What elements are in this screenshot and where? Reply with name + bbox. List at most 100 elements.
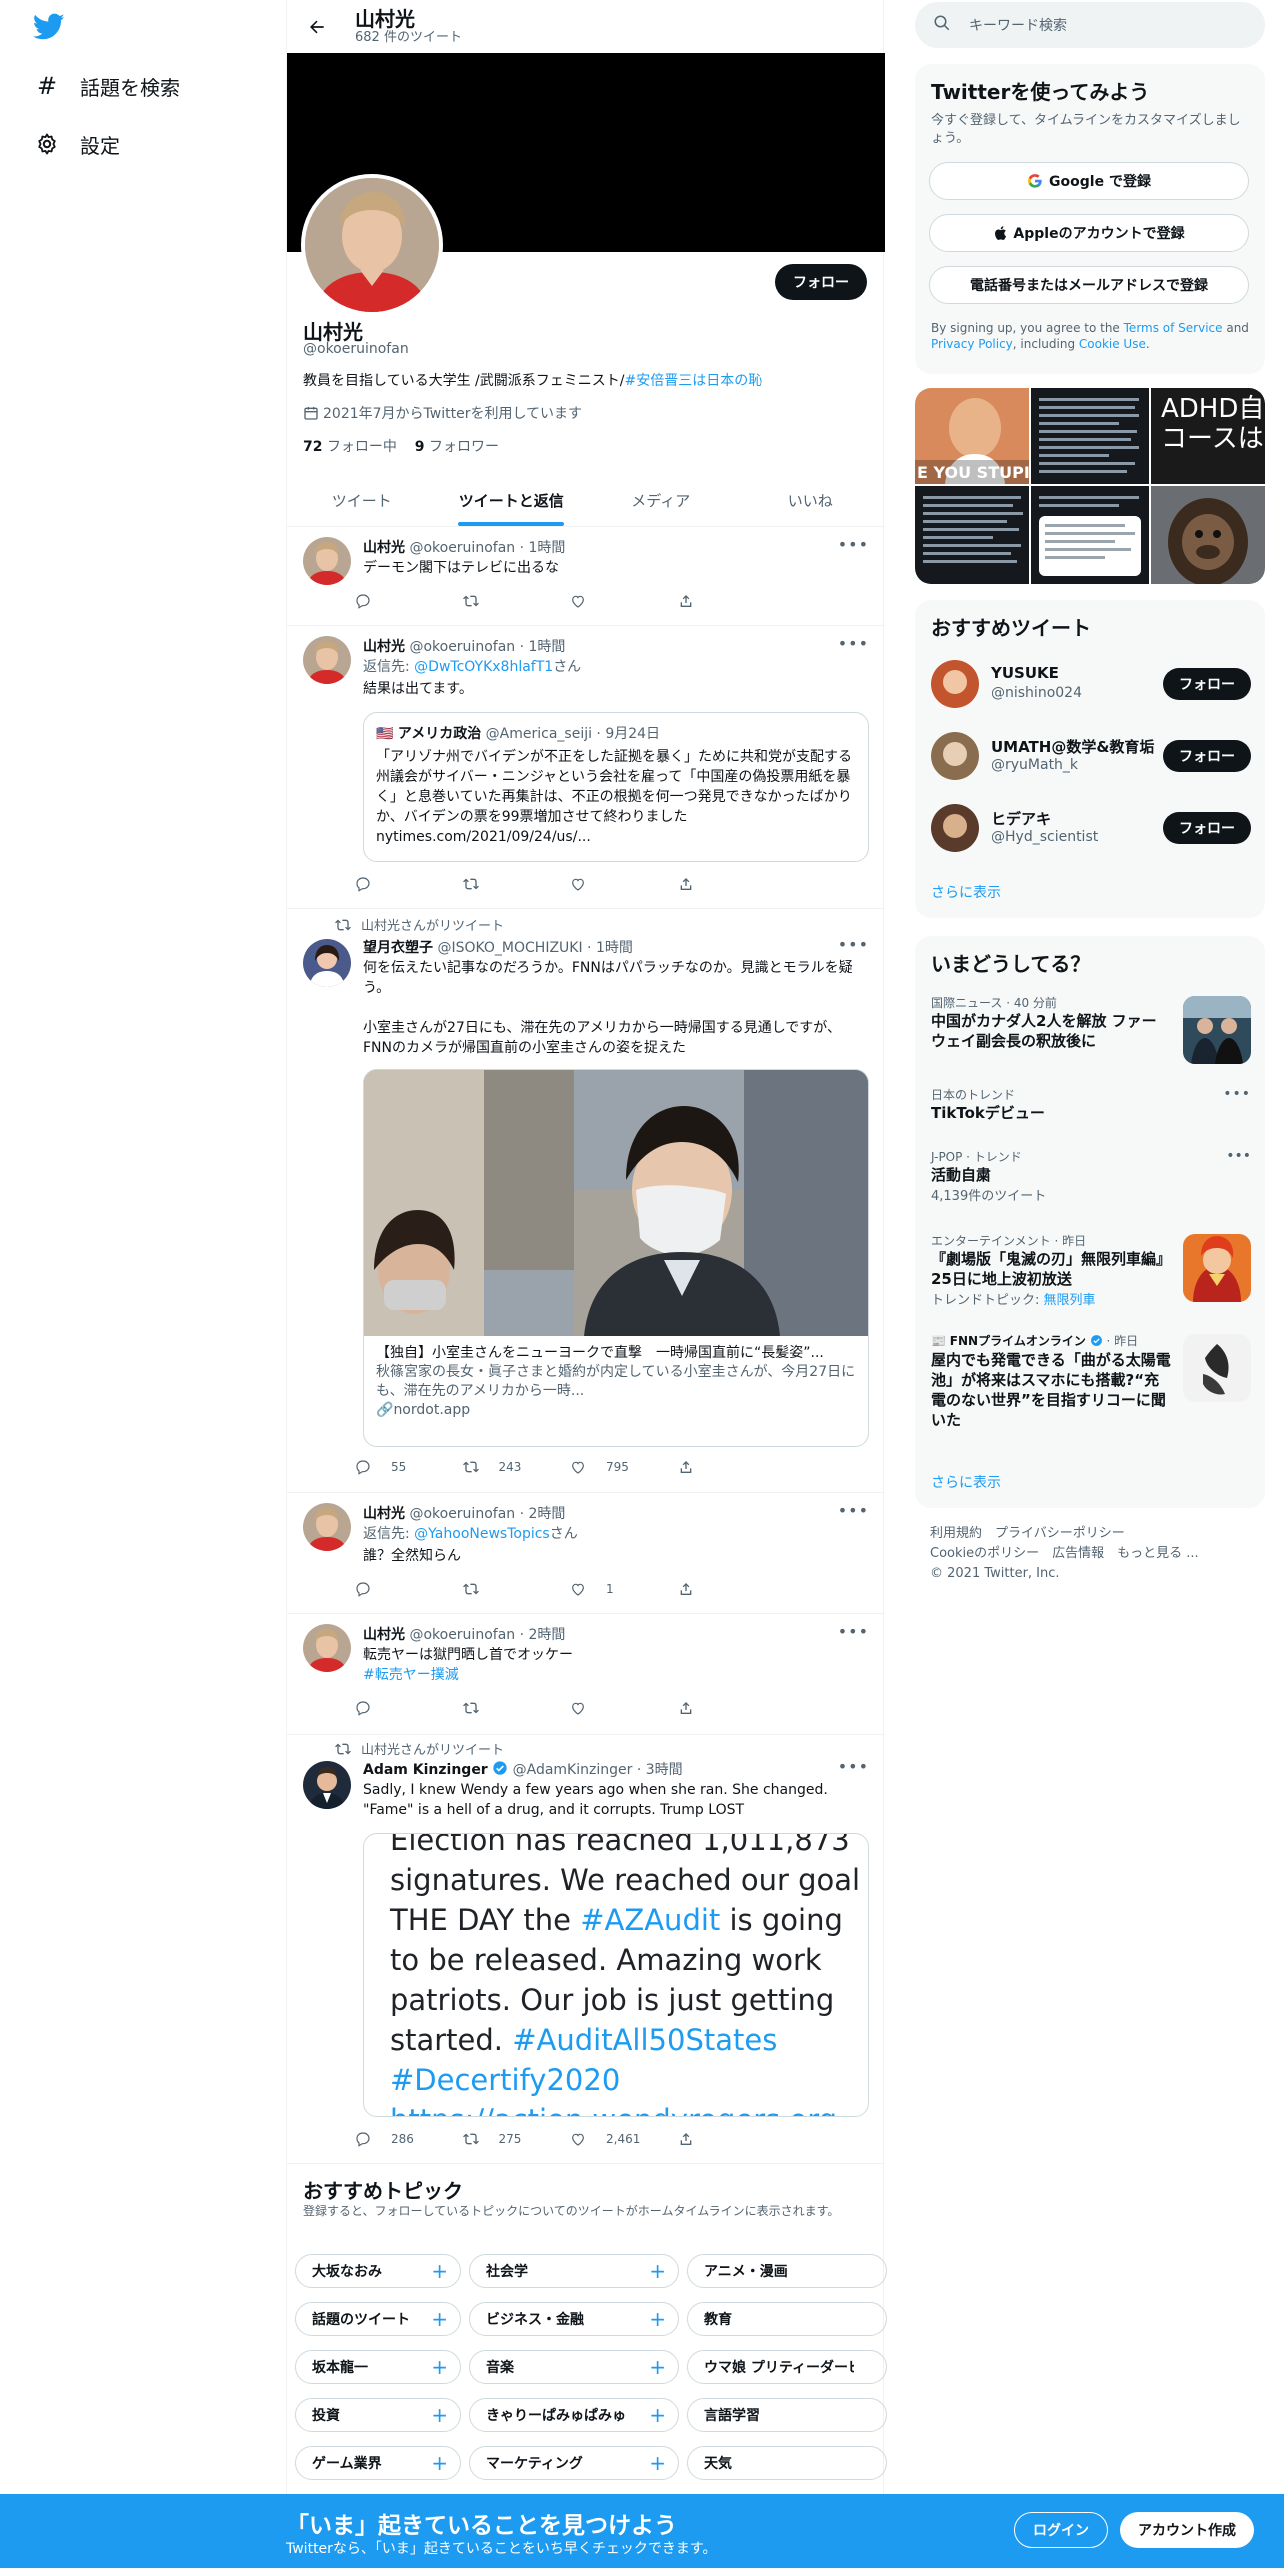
plus-icon[interactable]: + xyxy=(431,2355,448,2379)
recommended-show-more-link[interactable]: さらに表示 xyxy=(931,882,1001,902)
share-button[interactable] xyxy=(678,2131,786,2147)
back-arrow-icon[interactable] xyxy=(299,9,335,45)
like-button[interactable] xyxy=(570,876,678,892)
share-button[interactable] xyxy=(678,1700,786,1716)
plus-icon[interactable]: + xyxy=(431,2451,448,2475)
reply-button[interactable] xyxy=(355,876,463,892)
more-icon[interactable]: ••• xyxy=(838,535,869,554)
more-icon[interactable]: ••• xyxy=(838,1501,869,1520)
more-icon[interactable]: ••• xyxy=(838,1622,869,1641)
topic-chip[interactable]: 投資 + xyxy=(295,2398,461,2432)
retweet-button[interactable] xyxy=(462,593,571,609)
following-link[interactable]: 72 フォロー中 xyxy=(303,439,397,455)
media-thumbnail[interactable]: E YOU STUPI xyxy=(915,388,1029,484)
topic-chip[interactable]: ビジネス・金融 + xyxy=(469,2302,679,2336)
tweet-author-name[interactable]: Adam Kinzinger xyxy=(363,1762,488,1778)
tweet-hashtag-link[interactable]: #転売ヤー撲滅 xyxy=(363,1665,869,1685)
nav-settings[interactable]: 設定 xyxy=(34,124,120,164)
follow-button[interactable]: フォロー xyxy=(775,264,867,300)
avatar[interactable] xyxy=(303,537,351,585)
trend-item[interactable]: 📰 FNNプライムオンライン · 昨日 屋内でも発電できる「曲がる太陽電池」が将… xyxy=(931,1332,1251,1430)
more-icon[interactable]: ••• xyxy=(1226,1148,1251,1164)
bio-hashtag-link[interactable]: #安倍晋三は日本の恥 xyxy=(624,373,762,389)
reply-button[interactable]: 55 xyxy=(355,1459,463,1475)
twitter-logo-icon[interactable] xyxy=(32,13,65,43)
footer-line[interactable]: 利用規約 プライバシーポリシー xyxy=(930,1524,1199,1544)
tweet[interactable]: 山村光 @okoeruinofan · 2時間 ••• 返信先: @YahooN… xyxy=(287,1493,885,1614)
topic-chip[interactable]: 大坂なおみ + xyxy=(295,2254,461,2288)
cookie-link[interactable]: Cookie Use xyxy=(1079,337,1146,351)
share-button[interactable] xyxy=(678,1581,786,1597)
topic-chip[interactable]: きゃりーぱみゅぱみゅ + xyxy=(469,2398,679,2432)
reply-to-link[interactable]: @DwTcOYKx8hlafT1 xyxy=(414,659,553,675)
like-button[interactable] xyxy=(570,1700,678,1716)
retweet-button[interactable]: 275 xyxy=(462,2131,571,2147)
like-button[interactable]: 1 xyxy=(570,1581,678,1597)
phone-email-signup-button[interactable]: 電話番号またはメールアドレスで登録 xyxy=(929,266,1249,304)
plus-icon[interactable]: + xyxy=(431,2307,448,2331)
tab-media[interactable]: メディア xyxy=(586,474,736,526)
trend-item[interactable]: 日本のトレンド TikTokデビュー ••• xyxy=(931,1086,1251,1123)
apple-signup-button[interactable]: Appleのアカウントで登録 xyxy=(929,214,1249,252)
retweet-button[interactable]: 243 xyxy=(462,1459,571,1475)
recommended-user[interactable]: ヒデアキ @Hyd_scientist フォロー xyxy=(931,800,1251,856)
like-button[interactable]: 795 xyxy=(570,1459,678,1475)
plus-icon[interactable]: + xyxy=(649,2403,666,2427)
terms-link[interactable]: Terms of Service xyxy=(1124,321,1223,335)
avatar[interactable] xyxy=(931,732,979,780)
tweet-author-name[interactable]: 山村光 xyxy=(363,1506,405,1522)
trend-item[interactable]: J-POP · トレンド 活動自粛 4,139件のツイート ••• xyxy=(931,1148,1251,1204)
signup-button[interactable]: アカウント作成 xyxy=(1120,2512,1254,2548)
profile-avatar[interactable] xyxy=(301,174,443,316)
plus-icon[interactable]: + xyxy=(649,2259,666,2283)
avatar[interactable] xyxy=(303,636,351,684)
topic-chip[interactable]: アニメ・漫画 xyxy=(687,2254,887,2288)
trend-item[interactable]: 国際ニュース · 40 分前 中国がカナダ人2人を解放 ファーウェイ副会長の釈放… xyxy=(931,994,1251,1064)
login-button[interactable]: ログイン xyxy=(1014,2512,1108,2548)
media-thumbnail[interactable] xyxy=(915,486,1029,584)
tweet-author-name[interactable]: 山村光 xyxy=(363,1627,405,1643)
topic-chip[interactable]: 音楽 + xyxy=(469,2350,679,2384)
topic-chip[interactable]: マーケティング + xyxy=(469,2446,679,2480)
search-input[interactable]: キーワード検索 xyxy=(915,2,1265,48)
topic-chip[interactable]: ゲーム業界 + xyxy=(295,2446,461,2480)
privacy-link[interactable]: Privacy Policy xyxy=(931,337,1013,351)
tab-tweets[interactable]: ツイート xyxy=(287,474,437,526)
avatar[interactable] xyxy=(931,660,979,708)
more-icon[interactable]: ••• xyxy=(838,634,869,653)
more-icon[interactable]: ••• xyxy=(838,935,869,954)
plus-icon[interactable]: + xyxy=(649,2355,666,2379)
more-icon[interactable]: ••• xyxy=(838,1757,869,1776)
like-button[interactable] xyxy=(570,593,678,609)
quote-link[interactable]: nytimes.com/2021/09/24/us/... xyxy=(376,829,591,845)
followers-link[interactable]: 9 フォロワー xyxy=(415,439,499,455)
avatar[interactable] xyxy=(303,1761,351,1809)
reply-to-link[interactable]: @YahooNewsTopics xyxy=(414,1526,550,1542)
trends-show-more-link[interactable]: さらに表示 xyxy=(931,1472,1001,1492)
like-button[interactable]: 2,461 xyxy=(570,2131,678,2147)
avatar[interactable] xyxy=(303,1503,351,1551)
reply-button[interactable] xyxy=(355,1700,463,1716)
tab-tweets-and-replies[interactable]: ツイートと返信 xyxy=(437,474,587,526)
plus-icon[interactable]: + xyxy=(431,2403,448,2427)
tweet-author-name[interactable]: 山村光 xyxy=(363,639,405,655)
topic-chip[interactable]: 天気 xyxy=(687,2446,887,2480)
tab-likes[interactable]: いいね xyxy=(736,474,886,526)
trend-item[interactable]: エンターテインメント · 昨日 『劇場版「鬼滅の刃」無限列車編』 25日に地上波… xyxy=(931,1232,1251,1308)
tweet-author-name[interactable]: 望月衣塑子 xyxy=(363,940,433,956)
more-icon[interactable]: ••• xyxy=(1223,1086,1251,1102)
tweet[interactable]: 山村光さんがリツイート 望月衣塑子 @ISOKO_MOCHIZUKI · 1時間… xyxy=(287,909,885,1493)
plus-icon[interactable]: + xyxy=(431,2259,448,2283)
media-thumbnail-text[interactable]: ADHD自 コースは xyxy=(1151,388,1265,484)
topic-chip[interactable]: 坂本龍一 + xyxy=(295,2350,461,2384)
media-thumbnail[interactable] xyxy=(1151,486,1265,584)
avatar[interactable] xyxy=(303,939,351,987)
tweet-author-name[interactable]: 山村光 xyxy=(363,540,405,556)
recommended-user[interactable]: YUSUKE @nishino024 フォロー xyxy=(931,656,1251,712)
tweet[interactable]: 山村光さんがリツイート Adam Kinzinger @AdamKinzinge… xyxy=(287,1735,885,2164)
retweet-button[interactable] xyxy=(462,1700,571,1716)
follow-button[interactable]: フォロー xyxy=(1163,740,1251,772)
topic-chip[interactable]: ウマ娘 プリティーダービー xyxy=(687,2350,887,2384)
quoted-image-card[interactable]: Election has reached 1,011,873 signatures… xyxy=(363,1833,869,2117)
retweet-button[interactable] xyxy=(462,876,571,892)
